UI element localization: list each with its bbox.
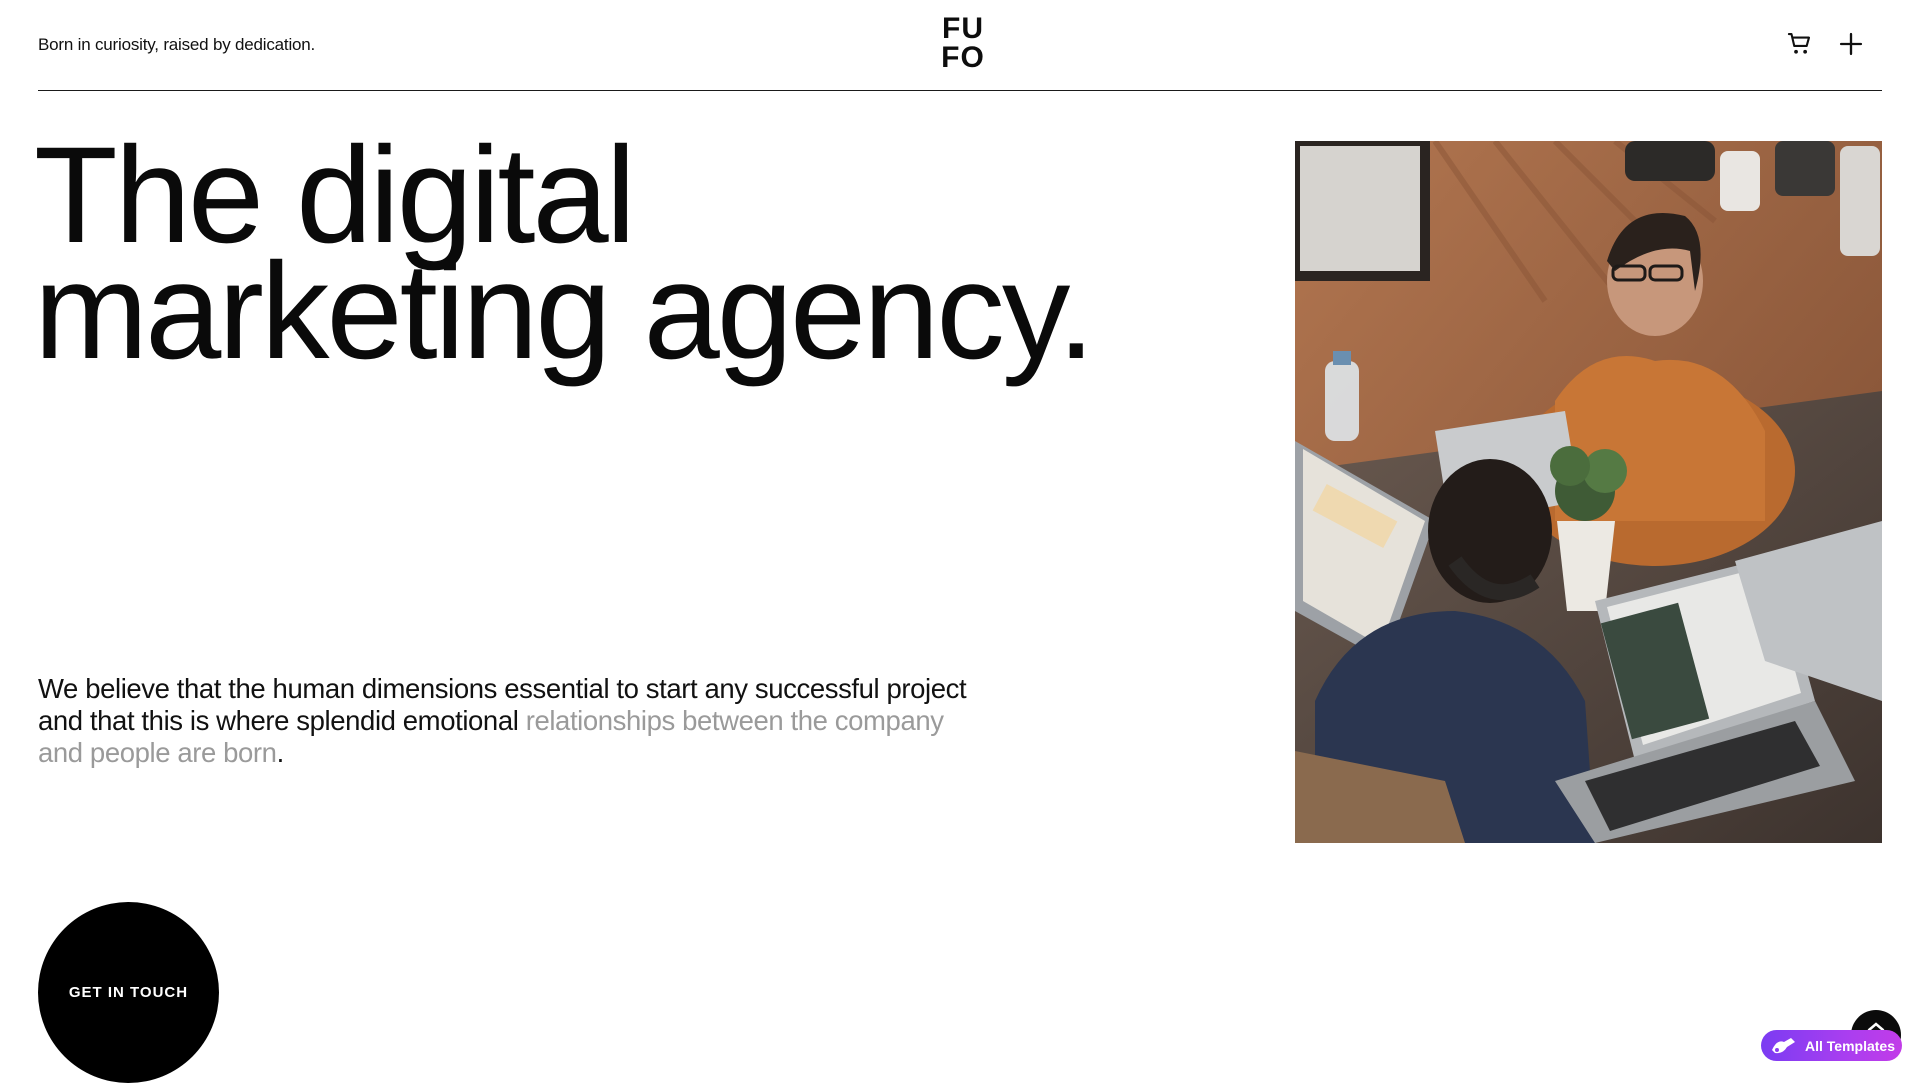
get-in-touch-button[interactable]: GET IN TOUCH	[38, 902, 219, 1083]
headline-line-2: marketing agency.	[34, 235, 1095, 388]
site-header: Born in curiosity, raised by dedication.…	[38, 0, 1882, 91]
intro-end: .	[276, 737, 285, 768]
intro-paragraph: We believe that the human dimensions ess…	[38, 673, 978, 769]
menu-toggle-button[interactable]	[1837, 30, 1865, 58]
hero-photo	[1295, 141, 1882, 843]
site-logo[interactable]: FU FO	[937, 12, 989, 74]
plus-icon	[1839, 32, 1863, 56]
all-templates-label: All Templates	[1805, 1037, 1895, 1054]
all-templates-badge[interactable]: All Templates	[1761, 1030, 1902, 1061]
hero-headline: The digital marketing agency.	[34, 127, 1095, 388]
cart-button[interactable]	[1786, 30, 1814, 58]
logo-line-1: FU	[942, 12, 984, 45]
tagline: Born in curiosity, raised by dedication.	[38, 35, 316, 54]
team-photo-illustration	[1295, 141, 1882, 843]
logo-line-2: FO	[941, 41, 985, 74]
elementor-logo-icon	[1772, 1037, 1795, 1053]
cart-icon	[1787, 33, 1811, 54]
